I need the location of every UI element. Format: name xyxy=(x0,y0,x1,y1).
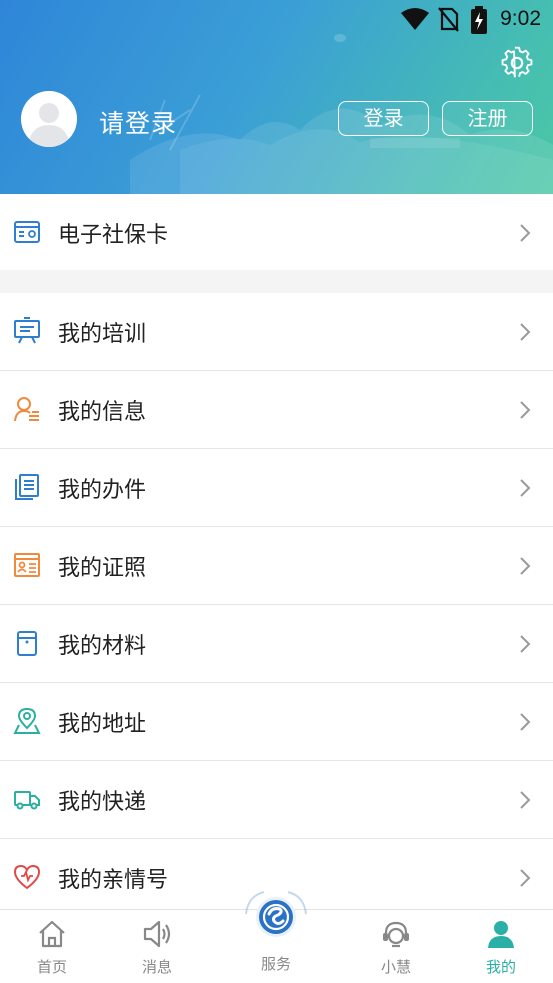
nav-messages-label: 消息 xyxy=(141,958,172,976)
menu-item-label: 我的办件 xyxy=(58,478,147,503)
headset-icon xyxy=(383,921,409,948)
delivery-truck-icon xyxy=(14,791,40,810)
chevron-right-icon xyxy=(520,791,531,809)
profile-header: 9:02 请登录 登录 注册 xyxy=(0,0,553,194)
menu-item-label: 我的培训 xyxy=(58,322,147,347)
documents-icon xyxy=(15,474,39,500)
status-time: 9:02 xyxy=(500,7,541,30)
user-info-icon xyxy=(14,397,39,422)
chevron-right-icon xyxy=(520,635,531,653)
social-security-card-label: 电子社保卡 xyxy=(58,223,169,248)
social-security-card-item[interactable]: 电子社保卡 xyxy=(0,194,553,271)
license-card-icon xyxy=(14,553,40,577)
nav-home[interactable]: 首页 xyxy=(12,910,92,983)
status-bar: 9:02 xyxy=(0,0,553,38)
menu-item-training[interactable]: 我的培训 xyxy=(0,293,553,370)
training-board-icon xyxy=(14,317,40,344)
chevron-right-icon xyxy=(520,479,531,497)
battery-charging-icon xyxy=(471,6,487,34)
menu-item-label: 我的地址 xyxy=(58,712,147,737)
chevron-right-icon xyxy=(520,557,531,575)
folder-icon xyxy=(17,631,37,656)
social-card-section: 电子社保卡 xyxy=(0,194,553,270)
nav-assistant[interactable]: 小慧 xyxy=(356,910,436,983)
menu-item-label: 我的亲情号 xyxy=(58,868,169,893)
nav-mine-label: 我的 xyxy=(485,958,516,976)
speaker-icon xyxy=(143,920,171,948)
nav-service[interactable]: 服务 xyxy=(236,890,316,983)
user-icon xyxy=(488,921,514,948)
nav-mine[interactable]: 我的 xyxy=(461,910,541,983)
home-icon xyxy=(39,920,65,948)
nav-assistant-label: 小慧 xyxy=(380,958,411,976)
wifi-icon xyxy=(401,8,429,30)
gear-icon[interactable] xyxy=(500,46,534,80)
chevron-right-icon xyxy=(520,224,531,242)
location-pin-icon xyxy=(13,707,41,734)
service-logo-icon xyxy=(245,891,307,937)
menu-item-label: 我的信息 xyxy=(58,400,147,425)
menu-item-materials[interactable]: 我的材料 xyxy=(0,605,553,682)
login-button[interactable]: 登录 xyxy=(338,101,429,136)
menu-item-address[interactable]: 我的地址 xyxy=(0,683,553,760)
no-sim-icon xyxy=(438,7,459,32)
menu-item-label: 我的材料 xyxy=(58,634,147,659)
user-avatar-icon[interactable] xyxy=(21,91,77,147)
register-button[interactable]: 注册 xyxy=(442,101,533,136)
chevron-right-icon xyxy=(520,713,531,731)
chevron-right-icon xyxy=(520,401,531,419)
menu-list: 我的培训 我的信息 我的办件 我的证照 我的材料 我的地址 我的快递 我的亲情号 xyxy=(0,293,553,909)
profile-page: 9:02 请登录 登录 注册 电子社保卡 我的培训 我的信息 我的办件 我的证照… xyxy=(0,0,553,983)
chevron-right-icon xyxy=(520,869,531,887)
login-prompt[interactable]: 请登录 xyxy=(99,104,177,140)
heart-icon xyxy=(13,864,41,890)
chevron-right-icon xyxy=(520,323,531,341)
menu-item-label: 我的证照 xyxy=(58,556,147,581)
menu-item-licenses[interactable]: 我的证照 xyxy=(0,527,553,604)
social-security-card-icon xyxy=(14,221,40,243)
menu-item-cases[interactable]: 我的办件 xyxy=(0,449,553,526)
menu-item-info[interactable]: 我的信息 xyxy=(0,371,553,448)
nav-messages[interactable]: 消息 xyxy=(117,910,197,983)
menu-item-express[interactable]: 我的快递 xyxy=(0,761,553,838)
nav-home-label: 首页 xyxy=(36,958,67,976)
nav-service-label: 服务 xyxy=(260,955,291,973)
menu-item-label: 我的快递 xyxy=(58,790,147,815)
